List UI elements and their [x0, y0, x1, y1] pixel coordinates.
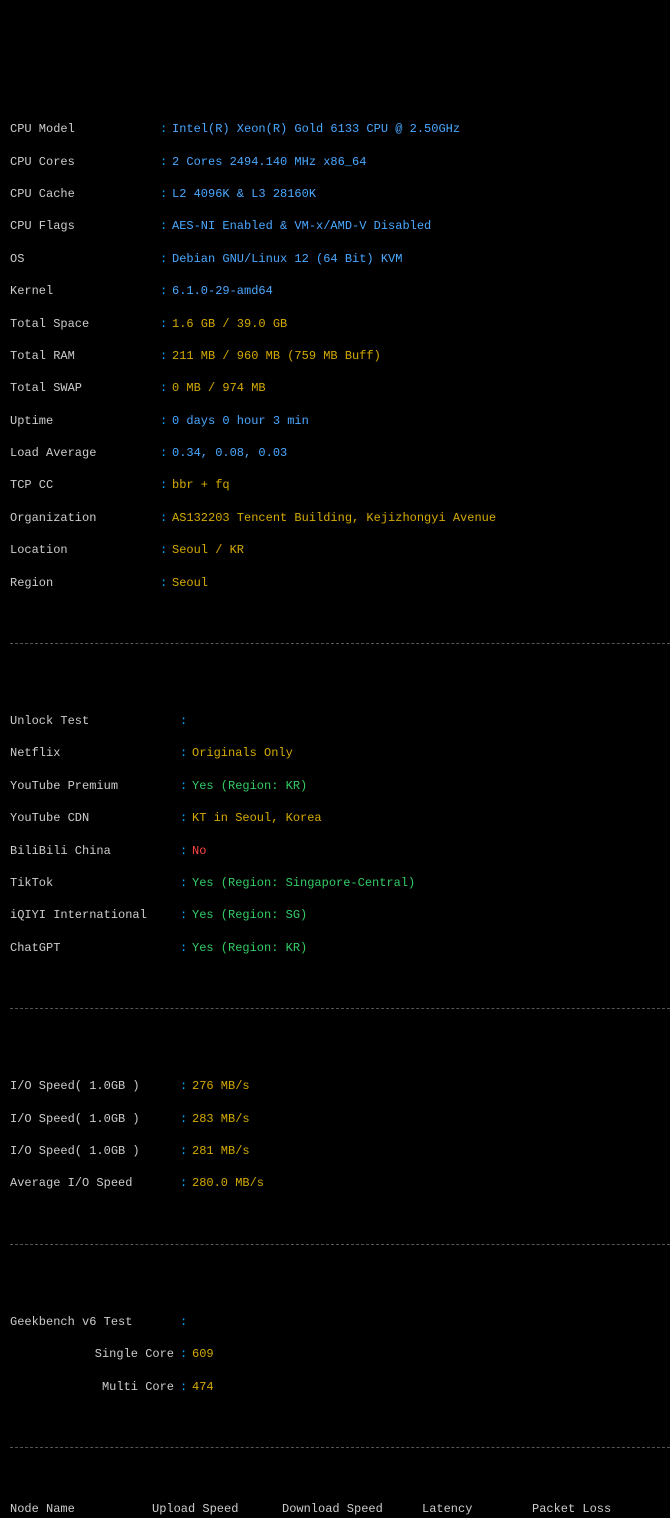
ioavg-value: 280.0 MB/s: [192, 1175, 264, 1191]
gb-multi-label: Multi Core: [10, 1379, 180, 1395]
ytp-label: YouTube Premium: [10, 778, 180, 794]
col-node: Node Name: [10, 1501, 122, 1517]
swap-label: Total SWAP: [10, 380, 160, 396]
ram-label: Total RAM: [10, 348, 160, 364]
tiktok-value: Yes (Region: Singapore-Central): [192, 875, 415, 891]
chatgpt-label: ChatGPT: [10, 940, 180, 956]
cpu-cache-label: CPU Cache: [10, 186, 160, 202]
divider: [10, 643, 670, 644]
swap-value: 0 MB / 974 MB: [172, 380, 266, 396]
cpu-cores-label: CPU Cores: [10, 154, 160, 170]
iqiyi-label: iQIYI International: [10, 907, 180, 923]
ram-value: 211 MB / 960 MB (759 MB Buff): [172, 348, 381, 364]
tcp-value: bbr + fq: [172, 477, 230, 493]
region-label: Region: [10, 575, 160, 591]
ioavg-label: Average I/O Speed: [10, 1175, 180, 1191]
tcp-label: TCP CC: [10, 477, 160, 493]
bili-label: BiliBili China: [10, 843, 180, 859]
load-label: Load Average: [10, 445, 160, 461]
io-block: I/O Speed( 1.0GB ):276 MB/s I/O Speed( 1…: [10, 1062, 670, 1208]
sysinfo-block: CPU Model:Intel(R) Xeon(R) Gold 6133 CPU…: [10, 105, 670, 607]
divider: [10, 1244, 670, 1245]
io2-label: I/O Speed( 1.0GB ): [10, 1111, 180, 1127]
cpu-model-label: CPU Model: [10, 121, 160, 137]
col-upload: Upload Speed: [152, 1501, 282, 1517]
cpu-flags-value: AES-NI Enabled & VM-x/AMD-V Disabled: [172, 218, 431, 234]
io3-label: I/O Speed( 1.0GB ): [10, 1143, 180, 1159]
cpu-model-value: Intel(R) Xeon(R) Gold 6133 CPU @ 2.50GHz: [172, 121, 460, 137]
io1-value: 276 MB/s: [192, 1078, 250, 1094]
iqiyi-value: Yes (Region: SG): [192, 907, 307, 923]
gb-title: Geekbench v6 Test: [10, 1314, 180, 1330]
cpu-cores-value: 2 Cores 2494.140 MHz x86_64: [172, 154, 366, 170]
col-latency: Latency: [422, 1501, 532, 1517]
uptime-label: Uptime: [10, 413, 160, 429]
region-value: Seoul: [172, 575, 208, 591]
netflix-label: Netflix: [10, 745, 180, 761]
kernel-value: 6.1.0-29-amd64: [172, 283, 273, 299]
cpu-flags-label: CPU Flags: [10, 218, 160, 234]
loc-value: Seoul / KR: [172, 542, 244, 558]
gb-single-value: 609: [192, 1346, 214, 1362]
netflix-value: Originals Only: [192, 745, 293, 761]
io1-label: I/O Speed( 1.0GB ): [10, 1078, 180, 1094]
unlock-title: Unlock Test: [10, 713, 180, 729]
load-value: 0.34, 0.08, 0.03: [172, 445, 287, 461]
colon: :: [160, 121, 172, 137]
col-packetloss: Packet Loss: [532, 1501, 670, 1517]
geekbench-block: Geekbench v6 Test: Single Core:609 Multi…: [10, 1298, 670, 1411]
os-value: Debian GNU/Linux 12 (64 Bit) KVM: [172, 251, 402, 267]
divider: [10, 1008, 670, 1009]
bili-value: No: [192, 843, 206, 859]
org-value: AS132203 Tencent Building, Kejizhongyi A…: [172, 510, 496, 526]
divider: [10, 1447, 670, 1448]
ytc-label: YouTube CDN: [10, 810, 180, 826]
chatgpt-value: Yes (Region: KR): [192, 940, 307, 956]
ytp-value: Yes (Region: KR): [192, 778, 307, 794]
gb-multi-value: 474: [192, 1379, 214, 1395]
space-label: Total Space: [10, 316, 160, 332]
ytc-value: KT in Seoul, Korea: [192, 810, 322, 826]
unlock-block: Unlock Test: Netflix:Originals Only YouT…: [10, 697, 670, 972]
space-value: 1.6 GB / 39.0 GB: [172, 316, 287, 332]
loc-label: Location: [10, 542, 160, 558]
org-label: Organization: [10, 510, 160, 526]
io2-value: 283 MB/s: [192, 1111, 250, 1127]
kernel-label: Kernel: [10, 283, 160, 299]
uptime-value: 0 days 0 hour 3 min: [172, 413, 309, 429]
os-label: OS: [10, 251, 160, 267]
col-download: Download Speed: [282, 1501, 422, 1517]
cpu-cache-value: L2 4096K & L3 28160K: [172, 186, 316, 202]
gb-single-label: Single Core: [10, 1346, 180, 1362]
tiktok-label: TikTok: [10, 875, 180, 891]
io3-value: 281 MB/s: [192, 1143, 250, 1159]
net-header-row: Node Name Upload Speed Download Speed La…: [10, 1501, 670, 1517]
